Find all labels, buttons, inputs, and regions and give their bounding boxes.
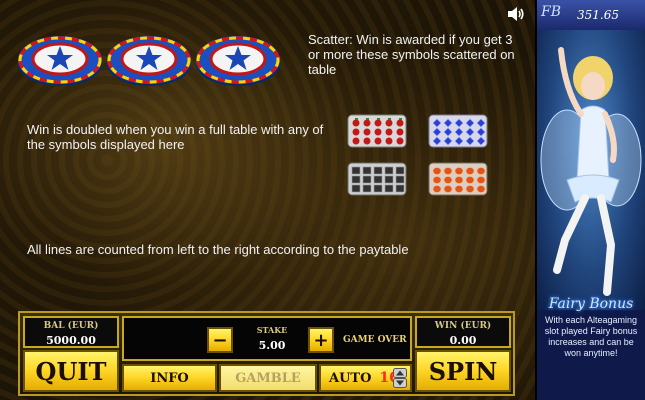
fairy-bonus-promo: With each Alteagaming slot played Fairy … — [544, 315, 638, 358]
spin-button[interactable]: SPIN — [415, 350, 511, 392]
win-value: 0.00 — [449, 334, 477, 347]
gamble-button[interactable]: GAMBLE — [219, 364, 317, 392]
blue-gem-table-icon — [428, 114, 488, 148]
win-label: WIN (EUR) — [434, 321, 492, 331]
star-chip-icon — [107, 36, 191, 86]
auto-button[interactable]: AUTO 16 — [319, 364, 412, 392]
sidebar-header: FB 351.65 — [537, 0, 645, 30]
star-chip-icon — [18, 36, 102, 86]
win-panel: WIN (EUR) 0.00 — [415, 316, 511, 348]
stake-increase-button[interactable]: + — [308, 327, 334, 353]
paytable-area: Scatter: Win is awarded if you get 3 or … — [0, 0, 535, 400]
game-status-text: GAME OVER — [343, 335, 407, 345]
stake-value: 5.00 — [258, 339, 286, 352]
fairy-image — [540, 47, 642, 296]
balance-label: BAL (EUR) — [43, 321, 99, 331]
stake-label: STAKE — [256, 325, 288, 335]
info-button[interactable]: INFO — [122, 364, 217, 392]
orange-symbol-table-icon — [428, 162, 488, 196]
lines-description: All lines are counted from left to the r… — [27, 242, 409, 257]
fairy-illustration: Fairy Bonus — [537, 30, 645, 312]
auto-label: AUTO — [329, 370, 372, 386]
stake-panel: − STAKE 5.00 + GAME OVER — [122, 316, 412, 361]
star-chip-icon — [196, 36, 280, 86]
fairy-bonus-logo: FB — [541, 4, 562, 20]
fairy-bonus-title: Fairy Bonus — [548, 296, 634, 312]
bonus-amount: 351.65 — [577, 8, 619, 22]
control-bar: BAL (EUR) 5000.00 QUIT − STAKE 5.00 + GA… — [18, 311, 515, 396]
speaker-icon[interactable] — [507, 6, 525, 22]
game-screen: Scatter: Win is awarded if you get 3 or … — [0, 0, 645, 400]
balance-panel: BAL (EUR) 5000.00 — [23, 316, 119, 348]
quit-button[interactable]: QUIT — [23, 350, 119, 392]
auto-stepper-icon[interactable] — [393, 368, 407, 388]
dark-symbol-table-icon — [347, 162, 407, 196]
cherry-table-icon — [347, 114, 407, 148]
balance-value: 5000.00 — [46, 334, 96, 347]
fairy-bonus-sidebar: FB 351.65 Fairy Bonus With each Alteagam… — [537, 0, 645, 400]
stake-decrease-button[interactable]: − — [207, 327, 233, 353]
scatter-description: Scatter: Win is awarded if you get 3 or … — [308, 32, 515, 77]
double-win-description: Win is doubled when you win a full table… — [27, 122, 324, 152]
